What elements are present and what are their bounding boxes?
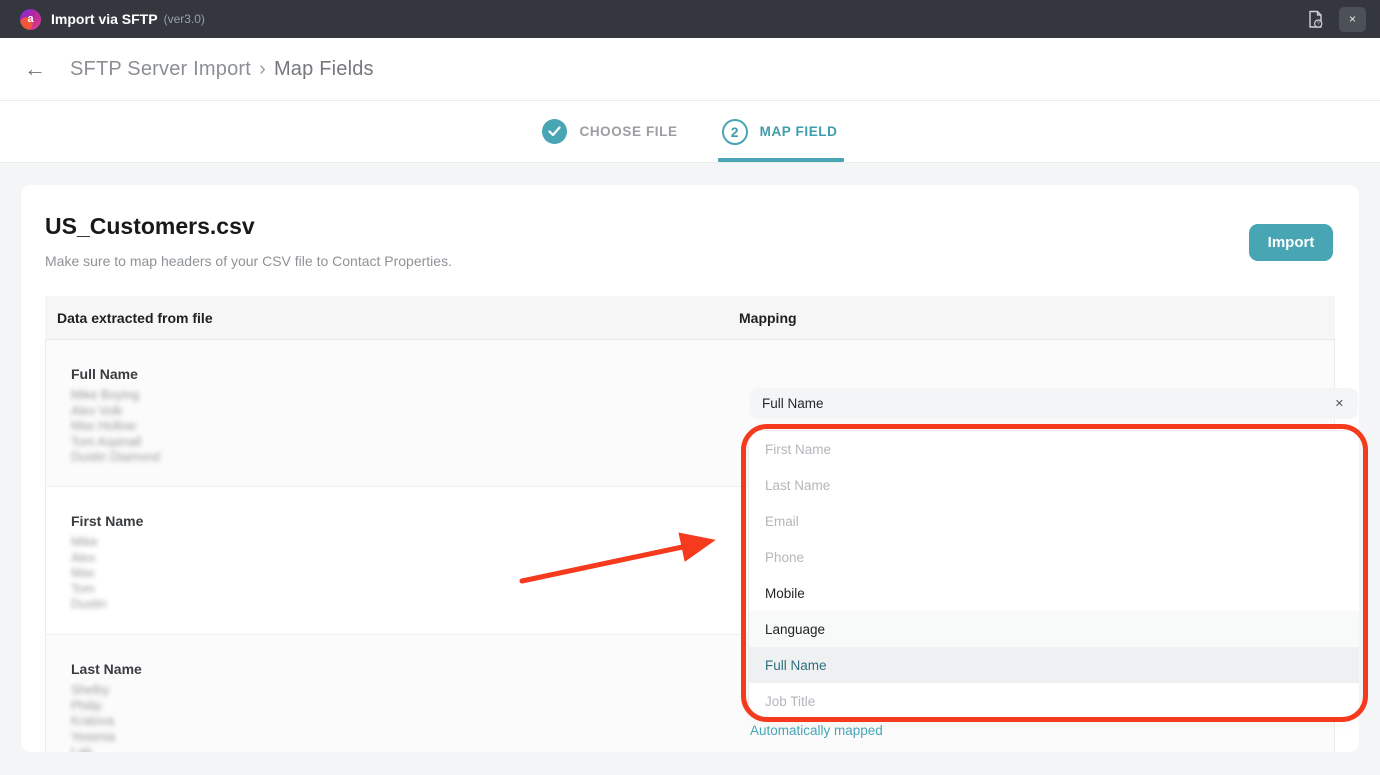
sample-value: Alex Volk: [71, 404, 160, 420]
step-done-check-icon: [542, 119, 567, 144]
column-header-data-extracted: Data extracted from file: [57, 310, 213, 326]
app-version: (ver3.0): [164, 12, 205, 26]
step-map-field-label: MAP FIELD: [760, 124, 838, 139]
sample-value: Yesenia: [71, 730, 115, 746]
sample-value: Mike Boying: [71, 388, 160, 404]
dropdown-option-phone[interactable]: Phone: [749, 539, 1359, 575]
field-label: Full Name: [71, 366, 138, 382]
automatically-mapped-status: Automatically mapped: [750, 723, 883, 738]
sample-value: Tom: [71, 582, 106, 598]
breadcrumb-current: Map Fields: [274, 58, 374, 80]
sample-value: Max Hollow: [71, 419, 160, 435]
dropdown-option-mobile[interactable]: Mobile: [749, 575, 1359, 611]
sample-values-blurred: Shelby Philip Kratova Yesenia Lab: [71, 683, 115, 752]
step-choose-file[interactable]: CHOOSE FILE: [542, 101, 677, 162]
sample-values-blurred: Mike Boying Alex Volk Max Hollow Tom Asp…: [71, 388, 160, 466]
mapping-selected-value: Full Name: [762, 396, 824, 411]
back-arrow-icon[interactable]: ←: [24, 58, 46, 80]
file-name-title: US_Customers.csv: [45, 213, 255, 240]
dropdown-option-first-name[interactable]: First Name: [749, 431, 1359, 467]
import-button[interactable]: Import: [1249, 224, 1333, 261]
close-icon: ×: [1349, 12, 1356, 26]
step-number-badge: 2: [722, 119, 748, 145]
breadcrumb-parent[interactable]: SFTP Server Import: [70, 58, 251, 80]
app-title: Import via SFTP: [51, 11, 158, 27]
field-label: Last Name: [71, 661, 142, 677]
dropdown-option-full-name[interactable]: Full Name: [749, 647, 1359, 683]
dropdown-option-job-title[interactable]: Job Title: [749, 683, 1359, 718]
clear-selection-icon[interactable]: ✕: [1335, 397, 1344, 410]
mapping-dropdown: First Name Last Name Email Phone Mobile …: [748, 430, 1359, 718]
dropdown-option-last-name[interactable]: Last Name: [749, 467, 1359, 503]
map-fields-card: US_Customers.csv Make sure to map header…: [21, 185, 1359, 752]
sample-value: Shelby: [71, 683, 115, 699]
sample-value: Tom Aspinall: [71, 435, 160, 451]
dropdown-option-email[interactable]: Email: [749, 503, 1359, 539]
mapping-select[interactable]: Full Name ✕: [750, 388, 1358, 419]
sample-value: Lab: [71, 745, 115, 752]
import-via-sftp-window: a Import via SFTP (ver3.0) ? × ← SFTP Se…: [0, 0, 1380, 775]
close-window-button[interactable]: ×: [1339, 7, 1366, 32]
active-step-underline: [718, 158, 844, 162]
breadcrumb-bar: ← SFTP Server Import › Map Fields: [0, 38, 1380, 101]
app-logo-icon: a: [20, 9, 41, 30]
sample-values-blurred: Mike Alex Max Tom Dustin: [71, 535, 106, 613]
file-subtitle: Make sure to map headers of your CSV fil…: [45, 253, 452, 269]
sample-value: Philip: [71, 699, 115, 715]
sample-value: Dustin Diamond: [71, 450, 160, 466]
sample-value: Mike: [71, 535, 106, 551]
breadcrumb: SFTP Server Import › Map Fields: [70, 58, 374, 81]
column-header-mapping: Mapping: [739, 310, 797, 326]
dropdown-option-language[interactable]: Language: [749, 611, 1359, 647]
field-label: First Name: [71, 513, 143, 529]
sample-value: Alex: [71, 551, 106, 567]
breadcrumb-separator: ›: [259, 58, 266, 80]
help-doc-icon[interactable]: ?: [1303, 7, 1327, 31]
step-choose-file-label: CHOOSE FILE: [579, 124, 677, 139]
app-titlebar: a Import via SFTP (ver3.0) ? ×: [0, 0, 1380, 38]
step-map-field[interactable]: 2 MAP FIELD: [722, 101, 838, 162]
svg-text:?: ?: [1316, 21, 1319, 27]
stepper: CHOOSE FILE 2 MAP FIELD: [0, 101, 1380, 163]
sample-value: Kratova: [71, 714, 115, 730]
table-header: Data extracted from file Mapping: [45, 296, 1335, 340]
sample-value: Dustin: [71, 597, 106, 613]
sample-value: Max: [71, 566, 106, 582]
